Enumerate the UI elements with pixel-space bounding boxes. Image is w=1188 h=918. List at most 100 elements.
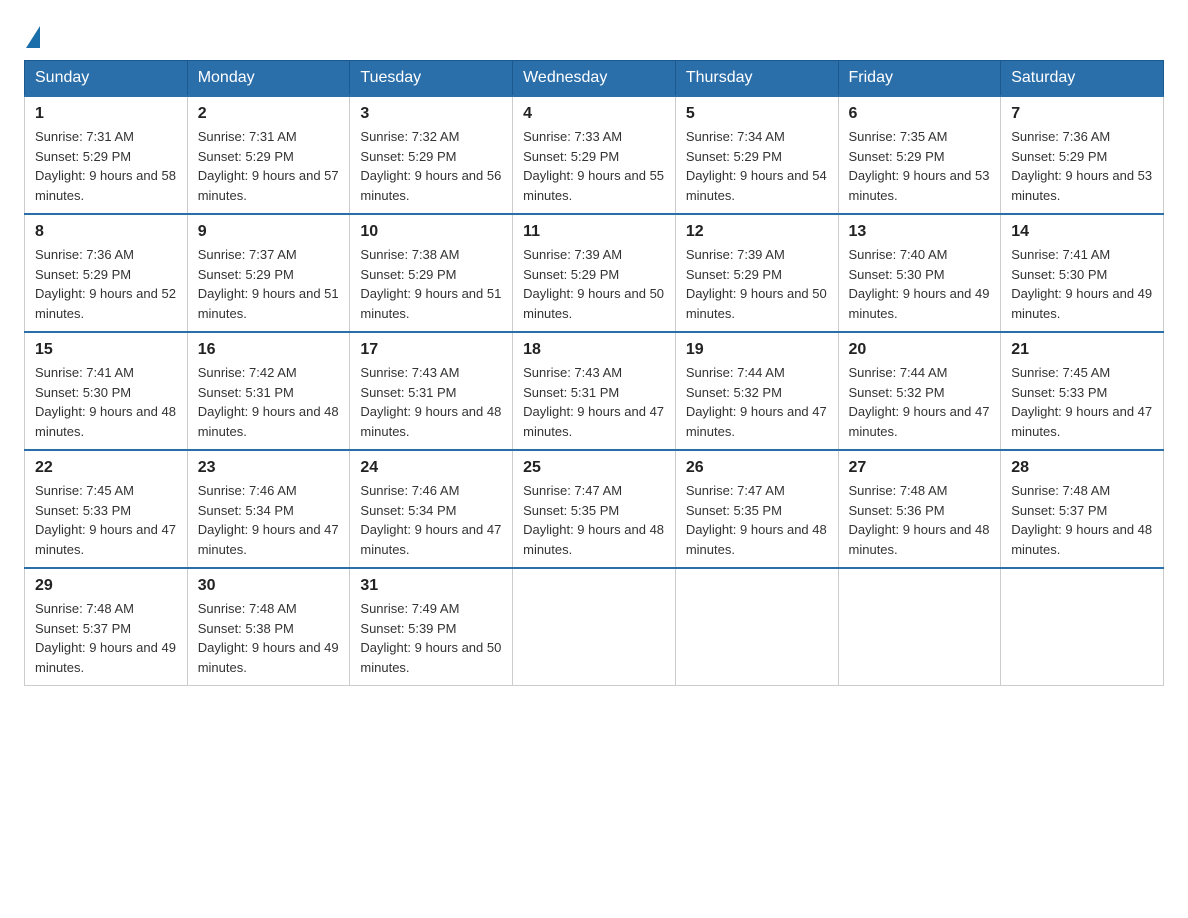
calendar-cell: 2 Sunrise: 7:31 AMSunset: 5:29 PMDaylight… (187, 96, 350, 214)
day-number: 7 (1011, 105, 1153, 123)
day-info: Sunrise: 7:45 AMSunset: 5:33 PMDaylight:… (1011, 363, 1153, 441)
day-number: 9 (198, 223, 340, 241)
day-info: Sunrise: 7:31 AMSunset: 5:29 PMDaylight:… (35, 127, 177, 205)
calendar-cell: 13 Sunrise: 7:40 AMSunset: 5:30 PMDayligh… (838, 214, 1001, 332)
day-info: Sunrise: 7:49 AMSunset: 5:39 PMDaylight:… (360, 599, 502, 677)
week-row-2: 8 Sunrise: 7:36 AMSunset: 5:29 PMDaylight… (25, 214, 1164, 332)
day-number: 5 (686, 105, 828, 123)
day-info: Sunrise: 7:41 AMSunset: 5:30 PMDaylight:… (1011, 245, 1153, 323)
day-number: 3 (360, 105, 502, 123)
day-info: Sunrise: 7:44 AMSunset: 5:32 PMDaylight:… (686, 363, 828, 441)
day-number: 20 (849, 341, 991, 359)
day-info: Sunrise: 7:31 AMSunset: 5:29 PMDaylight:… (198, 127, 340, 205)
day-info: Sunrise: 7:45 AMSunset: 5:33 PMDaylight:… (35, 481, 177, 559)
day-info: Sunrise: 7:33 AMSunset: 5:29 PMDaylight:… (523, 127, 665, 205)
calendar-cell: 27 Sunrise: 7:48 AMSunset: 5:36 PMDayligh… (838, 450, 1001, 568)
col-header-wednesday: Wednesday (513, 61, 676, 97)
day-info: Sunrise: 7:43 AMSunset: 5:31 PMDaylight:… (360, 363, 502, 441)
day-number: 28 (1011, 459, 1153, 477)
day-number: 24 (360, 459, 502, 477)
calendar-cell: 31 Sunrise: 7:49 AMSunset: 5:39 PMDayligh… (350, 568, 513, 686)
calendar-cell: 3 Sunrise: 7:32 AMSunset: 5:29 PMDaylight… (350, 96, 513, 214)
calendar-cell: 21 Sunrise: 7:45 AMSunset: 5:33 PMDayligh… (1001, 332, 1164, 450)
calendar-cell: 29 Sunrise: 7:48 AMSunset: 5:37 PMDayligh… (25, 568, 188, 686)
page-header (24, 24, 1164, 44)
week-row-4: 22 Sunrise: 7:45 AMSunset: 5:33 PMDayligh… (25, 450, 1164, 568)
calendar-cell: 7Sunrise: 7:36 AMSunset: 5:29 PMDaylight… (1001, 96, 1164, 214)
day-info: Sunrise: 7:46 AMSunset: 5:34 PMDaylight:… (360, 481, 502, 559)
day-number: 13 (849, 223, 991, 241)
day-number: 2 (198, 105, 340, 123)
day-number: 4 (523, 105, 665, 123)
day-number: 16 (198, 341, 340, 359)
day-number: 22 (35, 459, 177, 477)
day-info: Sunrise: 7:32 AMSunset: 5:29 PMDaylight:… (360, 127, 502, 205)
calendar-cell: 12 Sunrise: 7:39 AMSunset: 5:29 PMDayligh… (675, 214, 838, 332)
week-row-5: 29 Sunrise: 7:48 AMSunset: 5:37 PMDayligh… (25, 568, 1164, 686)
day-info: Sunrise: 7:44 AMSunset: 5:32 PMDaylight:… (849, 363, 991, 441)
col-header-monday: Monday (187, 61, 350, 97)
day-info: Sunrise: 7:40 AMSunset: 5:30 PMDaylight:… (849, 245, 991, 323)
calendar-cell: 30 Sunrise: 7:48 AMSunset: 5:38 PMDayligh… (187, 568, 350, 686)
day-number: 8 (35, 223, 177, 241)
col-header-saturday: Saturday (1001, 61, 1164, 97)
day-number: 10 (360, 223, 502, 241)
calendar-cell: 5 Sunrise: 7:34 AMSunset: 5:29 PMDaylight… (675, 96, 838, 214)
day-info: Sunrise: 7:48 AMSunset: 5:37 PMDaylight:… (35, 599, 177, 677)
day-number: 29 (35, 577, 177, 595)
day-number: 31 (360, 577, 502, 595)
calendar-cell: 14 Sunrise: 7:41 AMSunset: 5:30 PMDayligh… (1001, 214, 1164, 332)
calendar-cell: 4 Sunrise: 7:33 AMSunset: 5:29 PMDaylight… (513, 96, 676, 214)
calendar-cell: 17 Sunrise: 7:43 AMSunset: 5:31 PMDayligh… (350, 332, 513, 450)
calendar-cell (513, 568, 676, 686)
calendar-cell: 16 Sunrise: 7:42 AMSunset: 5:31 PMDayligh… (187, 332, 350, 450)
day-info: Sunrise: 7:39 AMSunset: 5:29 PMDaylight:… (686, 245, 828, 323)
logo-triangle-icon (26, 26, 40, 48)
day-info: Sunrise: 7:48 AMSunset: 5:38 PMDaylight:… (198, 599, 340, 677)
calendar-cell: 11Sunrise: 7:39 AMSunset: 5:29 PMDayligh… (513, 214, 676, 332)
calendar-cell: 10Sunrise: 7:38 AMSunset: 5:29 PMDayligh… (350, 214, 513, 332)
week-row-1: 1 Sunrise: 7:31 AMSunset: 5:29 PMDaylight… (25, 96, 1164, 214)
day-number: 15 (35, 341, 177, 359)
day-number: 23 (198, 459, 340, 477)
calendar-cell (675, 568, 838, 686)
calendar-cell: 8 Sunrise: 7:36 AMSunset: 5:29 PMDaylight… (25, 214, 188, 332)
calendar-cell (1001, 568, 1164, 686)
day-number: 18 (523, 341, 665, 359)
day-number: 27 (849, 459, 991, 477)
day-number: 25 (523, 459, 665, 477)
col-header-sunday: Sunday (25, 61, 188, 97)
day-info: Sunrise: 7:37 AMSunset: 5:29 PMDaylight:… (198, 245, 340, 323)
calendar-table: SundayMondayTuesdayWednesdayThursdayFrid… (24, 60, 1164, 686)
day-number: 6 (849, 105, 991, 123)
day-info: Sunrise: 7:47 AMSunset: 5:35 PMDaylight:… (686, 481, 828, 559)
calendar-cell: 22 Sunrise: 7:45 AMSunset: 5:33 PMDayligh… (25, 450, 188, 568)
day-number: 21 (1011, 341, 1153, 359)
col-header-thursday: Thursday (675, 61, 838, 97)
day-info: Sunrise: 7:34 AMSunset: 5:29 PMDaylight:… (686, 127, 828, 205)
day-number: 30 (198, 577, 340, 595)
day-info: Sunrise: 7:43 AMSunset: 5:31 PMDaylight:… (523, 363, 665, 441)
calendar-cell: 15Sunrise: 7:41 AMSunset: 5:30 PMDayligh… (25, 332, 188, 450)
day-info: Sunrise: 7:48 AMSunset: 5:36 PMDaylight:… (849, 481, 991, 559)
calendar-cell (838, 568, 1001, 686)
day-info: Sunrise: 7:36 AMSunset: 5:29 PMDaylight:… (35, 245, 177, 323)
day-info: Sunrise: 7:35 AMSunset: 5:29 PMDaylight:… (849, 127, 991, 205)
calendar-cell: 23Sunrise: 7:46 AMSunset: 5:34 PMDayligh… (187, 450, 350, 568)
day-number: 12 (686, 223, 828, 241)
calendar-cell: 6 Sunrise: 7:35 AMSunset: 5:29 PMDaylight… (838, 96, 1001, 214)
calendar-header-row: SundayMondayTuesdayWednesdayThursdayFrid… (25, 61, 1164, 97)
calendar-cell: 18 Sunrise: 7:43 AMSunset: 5:31 PMDayligh… (513, 332, 676, 450)
calendar-cell: 20 Sunrise: 7:44 AMSunset: 5:32 PMDayligh… (838, 332, 1001, 450)
day-info: Sunrise: 7:47 AMSunset: 5:35 PMDaylight:… (523, 481, 665, 559)
day-info: Sunrise: 7:42 AMSunset: 5:31 PMDaylight:… (198, 363, 340, 441)
day-number: 14 (1011, 223, 1153, 241)
day-number: 17 (360, 341, 502, 359)
col-header-friday: Friday (838, 61, 1001, 97)
day-info: Sunrise: 7:39 AMSunset: 5:29 PMDaylight:… (523, 245, 665, 323)
day-number: 1 (35, 105, 177, 123)
calendar-cell: 19Sunrise: 7:44 AMSunset: 5:32 PMDayligh… (675, 332, 838, 450)
calendar-cell: 24 Sunrise: 7:46 AMSunset: 5:34 PMDayligh… (350, 450, 513, 568)
day-number: 26 (686, 459, 828, 477)
col-header-tuesday: Tuesday (350, 61, 513, 97)
